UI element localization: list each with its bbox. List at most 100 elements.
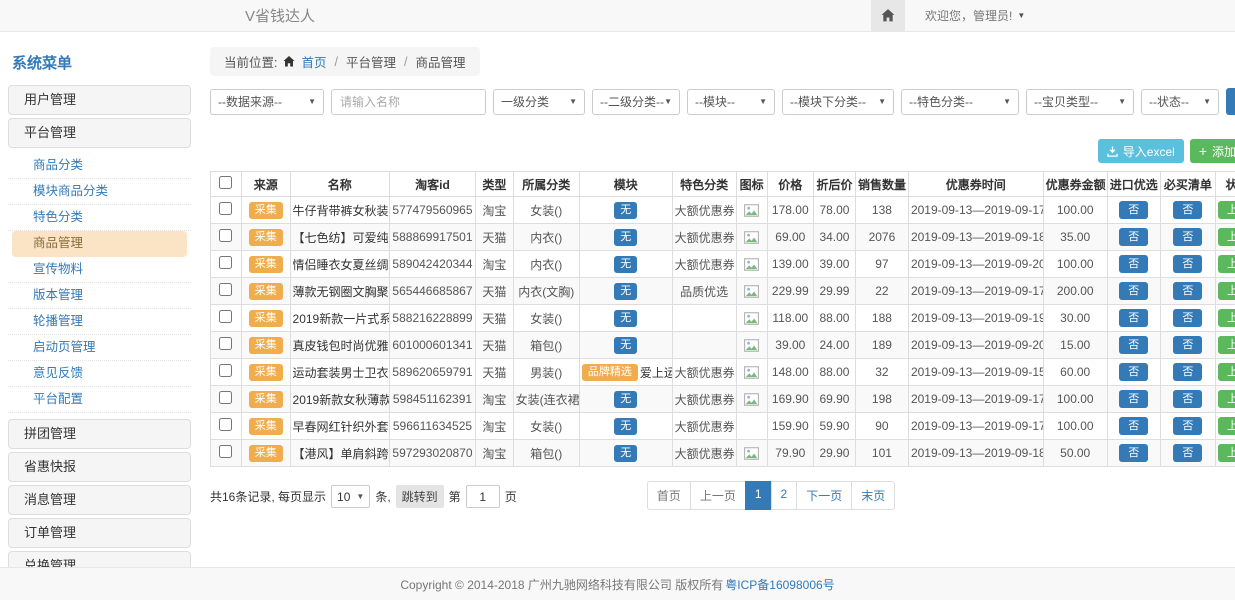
sidebar-section-header[interactable]: 省惠快报 xyxy=(8,452,191,482)
must-buy-toggle[interactable]: 否 xyxy=(1173,390,1202,408)
row-checkbox[interactable] xyxy=(219,337,232,350)
filter-select[interactable]: --模块下分类--▼ xyxy=(782,89,894,115)
module-cell: 无 xyxy=(579,251,672,278)
import-select-toggle[interactable]: 否 xyxy=(1119,309,1148,327)
status-toggle[interactable]: 上架 xyxy=(1218,255,1235,273)
must-buy-toggle[interactable]: 否 xyxy=(1173,336,1202,354)
must-buy-toggle[interactable]: 否 xyxy=(1173,282,1202,300)
row-checkbox[interactable] xyxy=(219,256,232,269)
filter-select[interactable]: --状态--▼ xyxy=(1141,89,1219,115)
filter-select[interactable]: --二级分类--▼ xyxy=(592,89,680,115)
status-toggle[interactable]: 上架 xyxy=(1218,228,1235,246)
filter-select[interactable]: 一级分类▼ xyxy=(493,89,585,115)
must-buy-toggle[interactable]: 否 xyxy=(1173,228,1202,246)
status-toggle[interactable]: 上架 xyxy=(1218,417,1235,435)
sidebar-item[interactable]: 轮播管理 xyxy=(8,309,191,335)
filter-select[interactable]: --宝贝类型--▼ xyxy=(1026,89,1134,115)
jump-button[interactable]: 跳转到 xyxy=(396,485,444,508)
name-search-input[interactable] xyxy=(331,89,486,115)
status-toggle[interactable]: 上架 xyxy=(1218,309,1235,327)
must-buy-toggle[interactable]: 否 xyxy=(1173,255,1202,273)
must-buy-toggle[interactable]: 否 xyxy=(1173,309,1202,327)
must-buy-toggle[interactable]: 否 xyxy=(1173,417,1202,435)
data-source-select[interactable]: --数据来源--▼ xyxy=(210,89,324,115)
sidebar-section-header[interactable]: 拼团管理 xyxy=(8,419,191,449)
page-number-input[interactable] xyxy=(466,485,500,508)
home-icon[interactable] xyxy=(871,0,905,31)
row-checkbox[interactable] xyxy=(219,364,232,377)
import-select-toggle[interactable]: 否 xyxy=(1119,282,1148,300)
sales-cell: 32 xyxy=(855,359,908,386)
page-button[interactable]: 2 xyxy=(771,481,798,510)
row-checkbox[interactable] xyxy=(219,445,232,458)
row-checkbox[interactable] xyxy=(219,202,232,215)
row-checkbox[interactable] xyxy=(219,391,232,404)
page-button[interactable]: 下一页 xyxy=(796,481,852,510)
import-select-toggle[interactable]: 否 xyxy=(1119,363,1148,381)
sidebar-section-header[interactable]: 用户管理 xyxy=(8,85,191,115)
sales-cell: 90 xyxy=(855,413,908,440)
status-toggle[interactable]: 上架 xyxy=(1218,282,1235,300)
import-select-toggle[interactable]: 否 xyxy=(1119,228,1148,246)
column-header: 图标 xyxy=(736,172,767,197)
icp-link[interactable]: 粤ICP备16098006号 xyxy=(725,576,834,593)
sidebar-item[interactable]: 启动页管理 xyxy=(8,335,191,361)
status-toggle[interactable]: 上架 xyxy=(1218,444,1235,462)
taoke-id-cell: 596611634525 xyxy=(389,413,475,440)
must-buy-cell: 否 xyxy=(1160,386,1215,413)
status-cell: 上架 xyxy=(1215,197,1235,224)
must-buy-toggle[interactable]: 否 xyxy=(1173,444,1202,462)
must-buy-toggle[interactable]: 否 xyxy=(1173,201,1202,219)
per-page-select[interactable]: 10 ▼ xyxy=(331,485,370,508)
sidebar-item[interactable]: 特色分类 xyxy=(8,205,191,231)
sidebar-section-header[interactable]: 订单管理 xyxy=(8,518,191,548)
add-button[interactable]: + 添加 xyxy=(1190,139,1235,163)
sidebar-item[interactable]: 商品管理 xyxy=(12,231,187,257)
import-select-toggle[interactable]: 否 xyxy=(1119,255,1148,273)
name-cell: 早春网红针织外套女春... xyxy=(290,413,389,440)
breadcrumb-home-link[interactable]: 首页 xyxy=(301,52,326,71)
row-checkbox[interactable] xyxy=(219,310,232,323)
import-select-cell: 否 xyxy=(1107,440,1160,467)
row-checkbox[interactable] xyxy=(219,229,232,242)
name-cell: 【七色纺】可爱纯棉家... xyxy=(290,224,389,251)
sidebar-item[interactable]: 平台配置 xyxy=(8,387,191,413)
discount-price-cell: 34.00 xyxy=(813,224,855,251)
row-checkbox[interactable] xyxy=(219,418,232,431)
status-toggle[interactable]: 上架 xyxy=(1218,336,1235,354)
import-select-toggle[interactable]: 否 xyxy=(1119,336,1148,354)
coupon-amount-cell: 200.00 xyxy=(1043,278,1107,305)
import-select-toggle[interactable]: 否 xyxy=(1119,201,1148,219)
must-buy-toggle[interactable]: 否 xyxy=(1173,363,1202,381)
sidebar-item[interactable]: 意见反馈 xyxy=(8,361,191,387)
import-select-toggle[interactable]: 否 xyxy=(1119,417,1148,435)
import-excel-button[interactable]: 导入excel xyxy=(1098,139,1184,163)
page-button[interactable]: 首页 xyxy=(647,481,691,510)
sidebar-item[interactable]: 宣传物料 xyxy=(8,257,191,283)
sidebar-item[interactable]: 模块商品分类 xyxy=(8,179,191,205)
status-toggle[interactable]: 上架 xyxy=(1218,390,1235,408)
filter-select[interactable]: --模块--▼ xyxy=(687,89,775,115)
sidebar-item[interactable]: 版本管理 xyxy=(8,283,191,309)
row-select-cell xyxy=(211,224,242,251)
page-button[interactable]: 末页 xyxy=(851,481,895,510)
sidebar-section-header[interactable]: 平台管理 xyxy=(8,118,191,148)
filter-select[interactable]: --特色分类--▼ xyxy=(901,89,1019,115)
query-button[interactable]: 查询 xyxy=(1226,88,1235,115)
select-all-checkbox[interactable] xyxy=(219,176,232,189)
status-toggle[interactable]: 上架 xyxy=(1218,363,1235,381)
discount-price-cell: 29.90 xyxy=(813,440,855,467)
page-button[interactable]: 1 xyxy=(745,481,772,510)
sidebar-section-header[interactable]: 消息管理 xyxy=(8,485,191,515)
import-select-toggle[interactable]: 否 xyxy=(1119,444,1148,462)
table-row: 采集2019新款一片式系...588216228899天猫女装()无118.00… xyxy=(211,305,1235,332)
sales-cell: 2076 xyxy=(855,224,908,251)
page-button[interactable]: 上一页 xyxy=(690,481,746,510)
module-cell: 无 xyxy=(579,332,672,359)
source-badge: 采集 xyxy=(249,310,283,327)
row-checkbox[interactable] xyxy=(219,283,232,296)
user-menu[interactable]: 欢迎您，管理员! ▼ xyxy=(905,7,1235,24)
sidebar-item[interactable]: 商品分类 xyxy=(8,153,191,179)
status-toggle[interactable]: 上架 xyxy=(1218,201,1235,219)
import-select-toggle[interactable]: 否 xyxy=(1119,390,1148,408)
